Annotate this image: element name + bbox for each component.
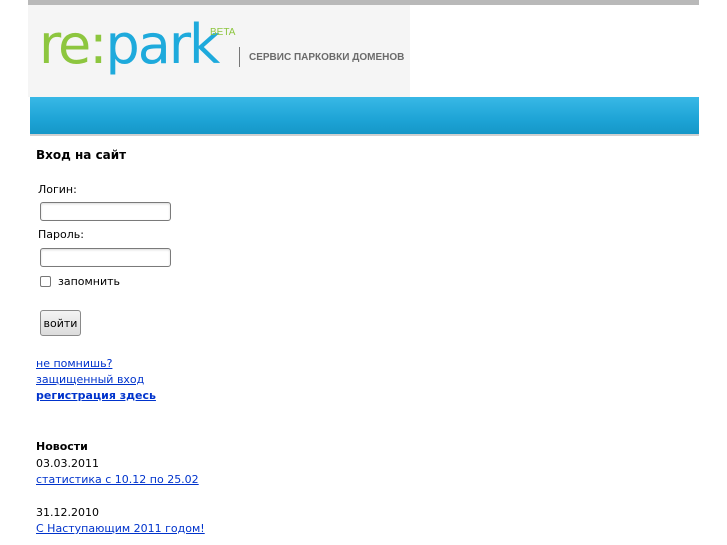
news-link[interactable]: С Наступающим 2011 годом! (36, 522, 205, 535)
logo-tagline: СЕРВИС ПАРКОВКИ ДОМЕНОВ (249, 52, 405, 63)
page: re:park BETA СЕРВИС ПАРКОВКИ ДОМЕНОВ Вхо… (0, 0, 727, 545)
login-input[interactable] (40, 202, 171, 221)
logo-re: re (39, 13, 91, 76)
news-link[interactable]: статистика с 10.12 по 25.02 (36, 473, 199, 486)
forgot-password-link[interactable]: не помнишь? (36, 357, 112, 370)
news-date: 31.12.2010 (36, 506, 99, 519)
register-link[interactable]: регистрация здесь (36, 389, 156, 402)
secure-login-link[interactable]: защищенный вход (36, 373, 144, 386)
header-nav-bar (30, 97, 699, 136)
password-input[interactable] (40, 248, 171, 267)
remember-checkbox[interactable] (40, 275, 51, 287)
logo-park: park (105, 13, 220, 76)
login-label: Логин: (38, 183, 77, 196)
logo-divider (239, 47, 240, 67)
site-logo[interactable]: re:park (39, 13, 220, 77)
login-title: Вход на сайт (36, 148, 127, 162)
header-logo-panel: re:park BETA СЕРВИС ПАРКОВКИ ДОМЕНОВ (28, 5, 410, 97)
news-date: 03.03.2011 (36, 457, 99, 470)
logo-beta-badge: BETA (210, 27, 236, 38)
password-label: Пароль: (38, 228, 84, 241)
logo-colon: : (89, 13, 107, 76)
login-button[interactable]: войти (40, 310, 81, 336)
remember-label: запомнить (58, 274, 121, 288)
remember-row[interactable]: запомнить (40, 274, 120, 288)
news-title: Новости (36, 440, 88, 453)
